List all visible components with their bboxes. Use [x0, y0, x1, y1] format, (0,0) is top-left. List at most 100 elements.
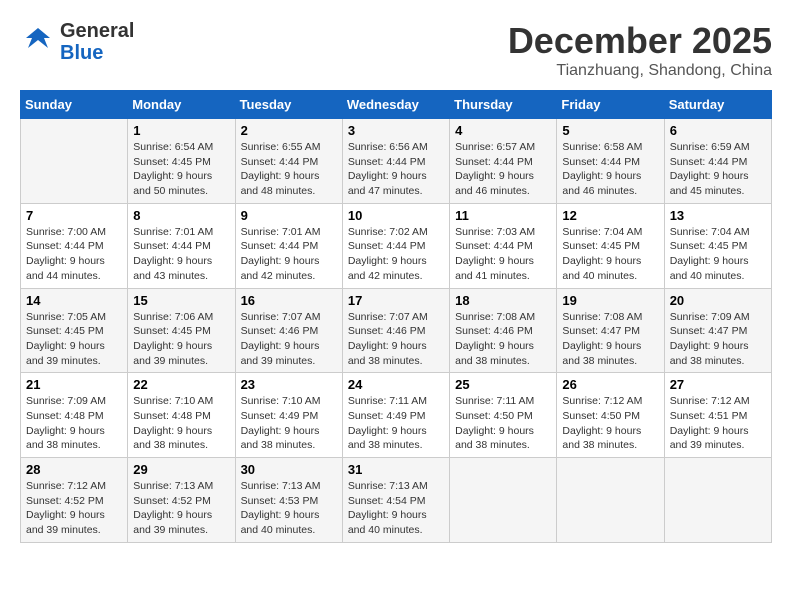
day-number: 20: [670, 293, 766, 308]
day-info: Sunrise: 7:12 AM Sunset: 4:52 PM Dayligh…: [26, 479, 122, 538]
day-info: Sunrise: 6:59 AM Sunset: 4:44 PM Dayligh…: [670, 140, 766, 199]
day-info: Sunrise: 7:13 AM Sunset: 4:54 PM Dayligh…: [348, 479, 444, 538]
calendar-cell: 12 Sunrise: 7:04 AM Sunset: 4:45 PM Dayli…: [557, 203, 664, 288]
calendar-cell: 19 Sunrise: 7:08 AM Sunset: 4:47 PM Dayli…: [557, 288, 664, 373]
weekday-header-thursday: Thursday: [450, 91, 557, 119]
calendar-cell: 30 Sunrise: 7:13 AM Sunset: 4:53 PM Dayli…: [235, 458, 342, 543]
day-number: 21: [26, 377, 122, 392]
calendar-cell: 16 Sunrise: 7:07 AM Sunset: 4:46 PM Dayli…: [235, 288, 342, 373]
calendar-cell: 26Sunrise: 7:12 AM Sunset: 4:50 PM Dayli…: [557, 373, 664, 458]
calendar-cell: 7 Sunrise: 7:00 AM Sunset: 4:44 PM Daylig…: [21, 203, 128, 288]
weekday-header-tuesday: Tuesday: [235, 91, 342, 119]
calendar-cell: 6 Sunrise: 6:59 AM Sunset: 4:44 PM Daylig…: [664, 119, 771, 204]
calendar-week-row: 21Sunrise: 7:09 AM Sunset: 4:48 PM Dayli…: [21, 373, 772, 458]
calendar-cell: 13Sunrise: 7:04 AM Sunset: 4:45 PM Dayli…: [664, 203, 771, 288]
day-number: 6: [670, 123, 766, 138]
weekday-header-saturday: Saturday: [664, 91, 771, 119]
day-info: Sunrise: 6:54 AM Sunset: 4:45 PM Dayligh…: [133, 140, 229, 199]
page-header: General Blue December 2025 Tianzhuang, S…: [20, 20, 772, 80]
day-number: 9: [241, 208, 337, 223]
day-info: Sunrise: 7:04 AM Sunset: 4:45 PM Dayligh…: [562, 225, 658, 284]
calendar-cell: 20 Sunrise: 7:09 AM Sunset: 4:47 PM Dayli…: [664, 288, 771, 373]
calendar-cell: [21, 119, 128, 204]
day-number: 25: [455, 377, 551, 392]
day-info: Sunrise: 7:01 AM Sunset: 4:44 PM Dayligh…: [241, 225, 337, 284]
calendar-cell: 27Sunrise: 7:12 AM Sunset: 4:51 PM Dayli…: [664, 373, 771, 458]
weekday-header-row: SundayMondayTuesdayWednesdayThursdayFrid…: [21, 91, 772, 119]
day-number: 10: [348, 208, 444, 223]
day-number: 22: [133, 377, 229, 392]
calendar-cell: 5Sunrise: 6:58 AM Sunset: 4:44 PM Daylig…: [557, 119, 664, 204]
day-info: Sunrise: 7:08 AM Sunset: 4:46 PM Dayligh…: [455, 310, 551, 369]
day-number: 14: [26, 293, 122, 308]
weekday-header-sunday: Sunday: [21, 91, 128, 119]
day-number: 31: [348, 462, 444, 477]
day-info: Sunrise: 6:58 AM Sunset: 4:44 PM Dayligh…: [562, 140, 658, 199]
day-number: 1: [133, 123, 229, 138]
day-number: 26: [562, 377, 658, 392]
calendar-cell: 31 Sunrise: 7:13 AM Sunset: 4:54 PM Dayli…: [342, 458, 449, 543]
calendar-cell: 8Sunrise: 7:01 AM Sunset: 4:44 PM Daylig…: [128, 203, 235, 288]
calendar-week-row: 14 Sunrise: 7:05 AM Sunset: 4:45 PM Dayli…: [21, 288, 772, 373]
day-number: 2: [241, 123, 337, 138]
day-info: Sunrise: 7:13 AM Sunset: 4:52 PM Dayligh…: [133, 479, 229, 538]
day-number: 28: [26, 462, 122, 477]
calendar-week-row: 1 Sunrise: 6:54 AM Sunset: 4:45 PM Daylig…: [21, 119, 772, 204]
calendar-title: December 2025: [508, 20, 772, 62]
day-info: Sunrise: 7:07 AM Sunset: 4:46 PM Dayligh…: [241, 310, 337, 369]
day-number: 30: [241, 462, 337, 477]
logo-text-block: General Blue: [60, 20, 134, 64]
calendar-table: SundayMondayTuesdayWednesdayThursdayFrid…: [20, 90, 772, 543]
day-info: Sunrise: 7:01 AM Sunset: 4:44 PM Dayligh…: [133, 225, 229, 284]
day-number: 12: [562, 208, 658, 223]
day-info: Sunrise: 7:10 AM Sunset: 4:48 PM Dayligh…: [133, 394, 229, 453]
calendar-cell: 2Sunrise: 6:55 AM Sunset: 4:44 PM Daylig…: [235, 119, 342, 204]
day-info: Sunrise: 7:11 AM Sunset: 4:50 PM Dayligh…: [455, 394, 551, 453]
day-number: 18: [455, 293, 551, 308]
calendar-cell: [557, 458, 664, 543]
day-info: Sunrise: 7:08 AM Sunset: 4:47 PM Dayligh…: [562, 310, 658, 369]
calendar-cell: [450, 458, 557, 543]
calendar-cell: 9 Sunrise: 7:01 AM Sunset: 4:44 PM Daylig…: [235, 203, 342, 288]
day-number: 4: [455, 123, 551, 138]
day-number: 23: [241, 377, 337, 392]
day-info: Sunrise: 7:05 AM Sunset: 4:45 PM Dayligh…: [26, 310, 122, 369]
day-number: 19: [562, 293, 658, 308]
calendar-week-row: 7 Sunrise: 7:00 AM Sunset: 4:44 PM Daylig…: [21, 203, 772, 288]
day-number: 16: [241, 293, 337, 308]
calendar-cell: 15Sunrise: 7:06 AM Sunset: 4:45 PM Dayli…: [128, 288, 235, 373]
weekday-header-wednesday: Wednesday: [342, 91, 449, 119]
calendar-week-row: 28 Sunrise: 7:12 AM Sunset: 4:52 PM Dayli…: [21, 458, 772, 543]
weekday-header-monday: Monday: [128, 91, 235, 119]
calendar-cell: 24Sunrise: 7:11 AM Sunset: 4:49 PM Dayli…: [342, 373, 449, 458]
calendar-cell: 4Sunrise: 6:57 AM Sunset: 4:44 PM Daylig…: [450, 119, 557, 204]
calendar-cell: 21Sunrise: 7:09 AM Sunset: 4:48 PM Dayli…: [21, 373, 128, 458]
day-info: Sunrise: 7:00 AM Sunset: 4:44 PM Dayligh…: [26, 225, 122, 284]
day-number: 29: [133, 462, 229, 477]
day-info: Sunrise: 7:12 AM Sunset: 4:51 PM Dayligh…: [670, 394, 766, 453]
calendar-cell: 1 Sunrise: 6:54 AM Sunset: 4:45 PM Daylig…: [128, 119, 235, 204]
logo-general: General: [60, 20, 134, 42]
day-number: 24: [348, 377, 444, 392]
day-number: 11: [455, 208, 551, 223]
calendar-cell: 23 Sunrise: 7:10 AM Sunset: 4:49 PM Dayli…: [235, 373, 342, 458]
day-info: Sunrise: 7:10 AM Sunset: 4:49 PM Dayligh…: [241, 394, 337, 453]
day-info: Sunrise: 7:13 AM Sunset: 4:53 PM Dayligh…: [241, 479, 337, 538]
calendar-cell: 18 Sunrise: 7:08 AM Sunset: 4:46 PM Dayli…: [450, 288, 557, 373]
day-number: 17: [348, 293, 444, 308]
logo-bird-icon: [20, 24, 56, 60]
day-info: Sunrise: 7:02 AM Sunset: 4:44 PM Dayligh…: [348, 225, 444, 284]
calendar-cell: 11Sunrise: 7:03 AM Sunset: 4:44 PM Dayli…: [450, 203, 557, 288]
day-number: 7: [26, 208, 122, 223]
calendar-cell: 17Sunrise: 7:07 AM Sunset: 4:46 PM Dayli…: [342, 288, 449, 373]
calendar-cell: 3Sunrise: 6:56 AM Sunset: 4:44 PM Daylig…: [342, 119, 449, 204]
day-number: 3: [348, 123, 444, 138]
calendar-cell: 14 Sunrise: 7:05 AM Sunset: 4:45 PM Dayli…: [21, 288, 128, 373]
calendar-title-block: December 2025 Tianzhuang, Shandong, Chin…: [508, 20, 772, 80]
logo-blue: Blue: [60, 42, 103, 64]
day-info: Sunrise: 7:06 AM Sunset: 4:45 PM Dayligh…: [133, 310, 229, 369]
calendar-cell: 25 Sunrise: 7:11 AM Sunset: 4:50 PM Dayli…: [450, 373, 557, 458]
weekday-header-friday: Friday: [557, 91, 664, 119]
day-info: Sunrise: 7:09 AM Sunset: 4:47 PM Dayligh…: [670, 310, 766, 369]
calendar-cell: 28 Sunrise: 7:12 AM Sunset: 4:52 PM Dayli…: [21, 458, 128, 543]
